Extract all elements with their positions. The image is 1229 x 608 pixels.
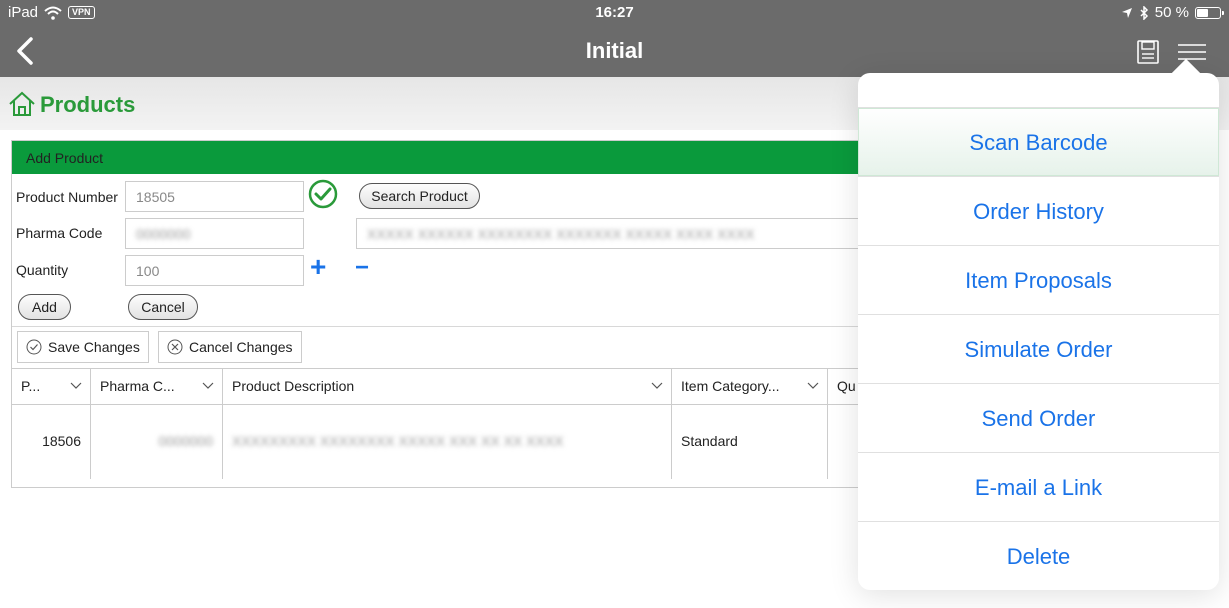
menu-item-scan-barcode[interactable]: Scan Barcode: [858, 107, 1219, 176]
x-circle-icon: [167, 339, 183, 355]
menu-item-order-history[interactable]: Order History: [858, 176, 1219, 245]
chevron-down-icon: [651, 382, 663, 389]
menu-item-send-order[interactable]: Send Order: [858, 383, 1219, 452]
cell-product: 18506: [12, 405, 91, 479]
save-changes-label: Save Changes: [48, 339, 140, 355]
pharma-code-label: Pharma Code: [16, 225, 103, 241]
battery-fill: [1197, 8, 1208, 17]
chevron-down-icon: [202, 382, 214, 389]
menu-item-simulate-order[interactable]: Simulate Order: [858, 314, 1219, 383]
cell-pharma-value: 0000000: [158, 433, 213, 449]
quantity-input[interactable]: 100: [125, 255, 304, 286]
pharma-description-field: XXXXX XXXXXX XXXXXXXX XXXXXXX XXXXX XXXX…: [356, 218, 872, 249]
column-label: Qu: [837, 378, 856, 394]
column-label: P...: [21, 378, 41, 394]
product-number-label: Product Number: [16, 189, 118, 205]
cell-item-category: Standard: [672, 405, 828, 479]
add-button[interactable]: Add: [18, 294, 71, 320]
valid-check-icon: [308, 179, 338, 209]
column-header-product[interactable]: P...: [12, 369, 91, 405]
battery-icon: [1195, 6, 1224, 19]
table-header: P... Pharma C... Product Description Ite…: [12, 369, 870, 405]
page-title: Products: [40, 92, 136, 117]
pharma-code-value: 0000000: [136, 226, 191, 242]
column-label: Product Description: [232, 378, 355, 394]
search-product-button[interactable]: Search Product: [359, 183, 480, 209]
status-time: 16:27: [595, 4, 634, 21]
cancel-changes-button[interactable]: Cancel Changes: [158, 331, 302, 363]
column-header-pharma-code[interactable]: Pharma C...: [91, 369, 223, 405]
column-header-item-category[interactable]: Item Category...: [672, 369, 828, 405]
cell-pharma-code: 0000000: [91, 405, 223, 479]
top-bar: iPad VPN 16:27 50 % Initial: [0, 0, 1229, 77]
column-label: Pharma C...: [100, 378, 175, 394]
hamburger-menu-icon[interactable]: [1178, 42, 1206, 62]
cell-description-value: XXXXXXXXX XXXXXXXX XXXXX XXX XX XX XXXX: [232, 433, 564, 449]
menu-item-item-proposals[interactable]: Item Proposals: [858, 245, 1219, 314]
check-circle-icon: [26, 339, 42, 355]
cancel-changes-label: Cancel Changes: [189, 339, 293, 355]
actions-popover: Scan Barcode Order History Item Proposal…: [858, 73, 1219, 590]
add-product-panel: Add Product Product Number 18505 Search …: [11, 140, 872, 488]
cell-description: XXXXXXXXX XXXXXXXX XXXXX XXX XX XX XXXX: [223, 405, 672, 479]
home-icon[interactable]: [8, 90, 36, 118]
column-label: Item Category...: [681, 378, 780, 394]
quantity-minus-button[interactable]: −: [355, 254, 369, 282]
panel-header: Add Product: [12, 141, 870, 174]
location-icon: [1121, 7, 1132, 18]
pharma-code-input[interactable]: 0000000: [125, 218, 304, 249]
save-changes-button[interactable]: Save Changes: [17, 331, 149, 363]
quantity-label: Quantity: [16, 262, 69, 278]
status-right: 50 %: [1121, 4, 1224, 21]
bluetooth-icon: [1140, 5, 1148, 20]
pharma-description-value: XXXXX XXXXXX XXXXXXXX XXXXXXX XXXXX XXXX…: [367, 226, 755, 242]
battery-percent: 50 %: [1154, 4, 1189, 21]
products-table: P... Pharma C... Product Description Ite…: [12, 368, 870, 479]
menu-item-email-link[interactable]: E-mail a Link: [858, 452, 1219, 521]
save-icon[interactable]: [1137, 40, 1159, 64]
status-bar: iPad VPN 16:27 50 %: [0, 0, 1229, 26]
cancel-button[interactable]: Cancel: [128, 294, 198, 320]
product-number-input[interactable]: 18505: [125, 181, 304, 212]
chevron-down-icon: [807, 382, 819, 389]
column-header-description[interactable]: Product Description: [223, 369, 672, 405]
quantity-plus-button[interactable]: +: [310, 251, 326, 283]
chevron-down-icon: [70, 382, 82, 389]
menu-item-delete[interactable]: Delete: [858, 521, 1219, 590]
form-separator: [12, 326, 870, 327]
nav-title: Initial: [585, 38, 644, 63]
